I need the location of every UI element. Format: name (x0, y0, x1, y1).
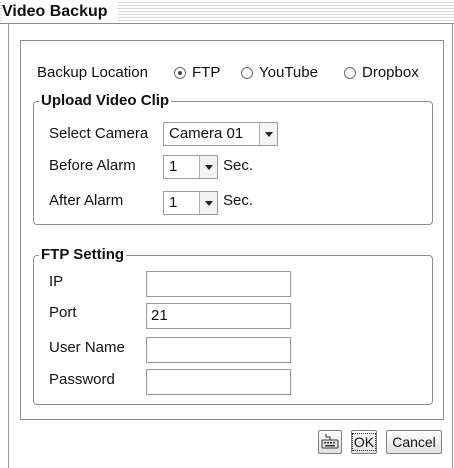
radio-ftp-indicator (174, 67, 186, 79)
after-alarm-value: 1 (169, 194, 178, 211)
window-frame-left (8, 24, 9, 468)
ok-button-label: OK (351, 433, 377, 451)
radio-dropbox-indicator (344, 67, 356, 79)
radio-dropbox-label: Dropbox (362, 64, 419, 81)
title-bar: Video Backup (0, 0, 454, 24)
upload-video-clip-legend: Upload Video Clip (41, 92, 170, 109)
keyboard-icon (321, 433, 339, 452)
window-frame-right (452, 24, 453, 468)
ip-field[interactable] (146, 271, 291, 297)
radio-ftp[interactable]: FTP (174, 64, 220, 82)
camera-select-value: Camera 01 (169, 125, 244, 142)
user-name-field[interactable] (146, 337, 291, 363)
radio-youtube[interactable]: YouTube (241, 64, 318, 82)
ip-label: IP (49, 273, 64, 290)
chevron-down-icon[interactable] (199, 192, 217, 214)
password-field[interactable] (146, 369, 291, 395)
ok-button[interactable]: OK (351, 430, 377, 454)
after-alarm-select[interactable]: 1 (163, 191, 218, 215)
port-label: Port (49, 304, 77, 321)
port-field[interactable]: 21 (146, 303, 291, 329)
cancel-button-label: Cancel (392, 434, 436, 450)
before-alarm-select[interactable]: 1 (163, 155, 218, 179)
select-camera-label: Select Camera (49, 125, 149, 142)
settings-panel: Backup Location FTP YouTube Dropbox Uplo… (20, 40, 444, 420)
user-name-label: User Name (49, 339, 125, 356)
radio-youtube-indicator (241, 67, 253, 79)
window-title: Video Backup (2, 1, 118, 23)
radio-dropbox[interactable]: Dropbox (344, 64, 419, 82)
chevron-down-icon[interactable] (199, 156, 217, 178)
before-alarm-value: 1 (169, 158, 178, 175)
before-alarm-unit: Sec. (223, 157, 254, 174)
after-alarm-unit: Sec. (223, 192, 254, 209)
chevron-down-icon[interactable] (259, 123, 277, 145)
cancel-button[interactable]: Cancel (386, 430, 442, 454)
camera-select[interactable]: Camera 01 (163, 122, 278, 146)
before-alarm-label: Before Alarm (49, 157, 136, 174)
password-label: Password (49, 371, 115, 388)
backup-location-label: Backup Location (37, 64, 148, 81)
keyboard-button[interactable] (318, 430, 342, 454)
radio-youtube-label: YouTube (259, 64, 318, 81)
after-alarm-label: After Alarm (49, 192, 124, 209)
radio-ftp-label: FTP (192, 64, 221, 81)
ftp-setting-legend: FTP Setting (41, 246, 125, 263)
